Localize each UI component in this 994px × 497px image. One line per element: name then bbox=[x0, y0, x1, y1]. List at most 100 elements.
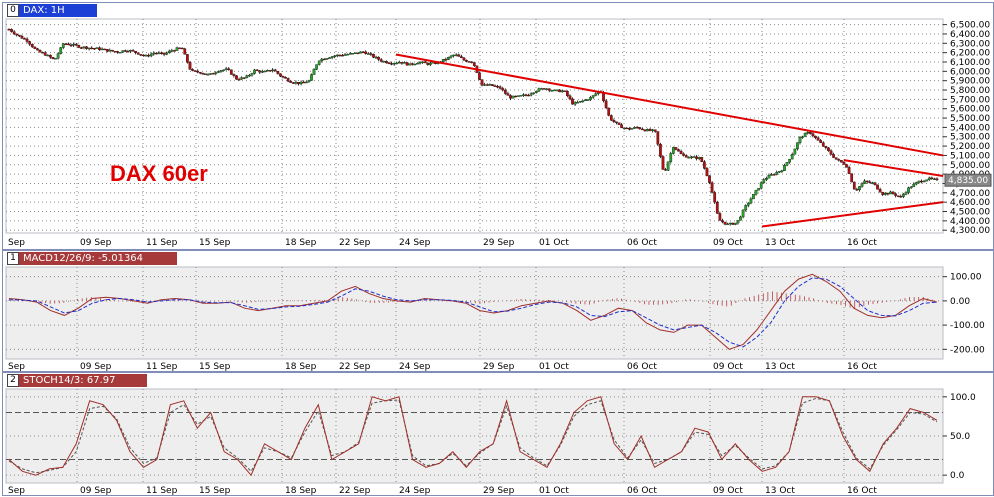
candle-body bbox=[351, 53, 355, 55]
candle-body bbox=[392, 63, 396, 65]
candle-body bbox=[925, 179, 929, 182]
candle-body bbox=[273, 69, 277, 72]
candle-body bbox=[904, 192, 908, 195]
candle-body bbox=[281, 75, 285, 78]
candle-body bbox=[149, 53, 153, 57]
candle-body bbox=[312, 69, 316, 75]
candle-body bbox=[82, 46, 86, 48]
candle-body bbox=[803, 133, 807, 137]
x-tick-label: 09 Oct bbox=[713, 238, 743, 248]
candle-body bbox=[739, 216, 742, 221]
candle-body bbox=[734, 222, 737, 225]
candle-body bbox=[470, 61, 474, 63]
candle-body bbox=[620, 124, 623, 129]
candle-body bbox=[51, 57, 55, 59]
candle-body bbox=[87, 47, 91, 50]
candle-body bbox=[387, 62, 391, 65]
candle-body bbox=[188, 62, 192, 70]
x-tick-label: 11 Sep bbox=[146, 238, 178, 248]
candle-body bbox=[713, 192, 717, 203]
candle-body bbox=[167, 50, 171, 53]
x-tick-label: 06 Oct bbox=[627, 238, 657, 248]
candle-body bbox=[726, 223, 729, 226]
candle-body bbox=[85, 46, 88, 49]
trendline bbox=[761, 201, 944, 228]
x-tick-label: 22 Sep bbox=[339, 486, 371, 495]
candle-body bbox=[346, 54, 349, 56]
candle-body bbox=[268, 70, 272, 72]
candle-body bbox=[90, 47, 94, 50]
candle-body bbox=[361, 51, 365, 54]
candle-body bbox=[703, 161, 706, 169]
candle-body bbox=[403, 62, 406, 64]
candle-body bbox=[325, 58, 329, 60]
candle-body bbox=[147, 55, 150, 57]
candle-body bbox=[752, 194, 755, 200]
candle-body bbox=[917, 180, 921, 183]
chart-annotation: DAX 60er bbox=[110, 161, 208, 186]
candle-body bbox=[578, 101, 582, 103]
candle-body bbox=[80, 47, 83, 49]
candle-body bbox=[589, 97, 592, 100]
candle-body bbox=[881, 192, 885, 195]
candle-body bbox=[379, 59, 383, 62]
candle-body bbox=[307, 80, 311, 83]
trendline bbox=[843, 159, 944, 177]
candle-body bbox=[883, 192, 887, 195]
candle-body bbox=[850, 173, 854, 183]
candle-body bbox=[134, 50, 138, 53]
candle-body bbox=[653, 129, 657, 132]
candle-body bbox=[25, 38, 29, 42]
candle-body bbox=[666, 161, 670, 171]
candle-body bbox=[700, 157, 704, 162]
candle-body bbox=[142, 54, 145, 57]
candle-body bbox=[496, 86, 499, 88]
candle-body bbox=[390, 63, 393, 65]
y-tick-label: 0.0 bbox=[950, 471, 965, 481]
candle-body bbox=[111, 49, 114, 52]
candle-body bbox=[77, 45, 81, 48]
candle-body bbox=[927, 177, 931, 180]
candle-body bbox=[266, 70, 269, 72]
candle-body bbox=[250, 73, 254, 76]
candle-body bbox=[612, 120, 616, 122]
x-tick-label: 24 Sep bbox=[399, 486, 431, 495]
candle-body bbox=[852, 181, 856, 190]
candle-body bbox=[834, 157, 838, 160]
candle-body bbox=[902, 194, 905, 197]
candle-body bbox=[43, 52, 47, 56]
candle-body bbox=[372, 54, 375, 58]
candle-body bbox=[364, 51, 368, 54]
candle-body bbox=[162, 52, 166, 55]
candle-body bbox=[323, 58, 326, 61]
candle-body bbox=[511, 95, 515, 99]
candle-body bbox=[584, 99, 587, 101]
candle-body bbox=[783, 165, 786, 171]
macd-chart: 100.00 0.00 -100.00 -200.00 Sep 09 Sep 11 Sep 1… bbox=[5, 266, 985, 371]
x-tick-label: 16 Oct bbox=[847, 486, 877, 495]
candle-body bbox=[736, 220, 740, 224]
candle-body bbox=[405, 62, 409, 66]
candle-body bbox=[785, 162, 789, 166]
x-tick-label: 11 Sep bbox=[146, 362, 178, 371]
x-tick-label: Sep bbox=[8, 362, 25, 371]
candle-body bbox=[92, 48, 96, 50]
candle-body bbox=[209, 73, 212, 75]
candle-body bbox=[366, 53, 370, 55]
candle-body bbox=[770, 174, 773, 176]
candle-body bbox=[136, 52, 140, 55]
x-tick-label: Sep bbox=[8, 486, 25, 495]
candle-body bbox=[100, 48, 104, 51]
x-tick-label: 11 Sep bbox=[146, 486, 178, 495]
candle-body bbox=[214, 72, 218, 74]
candle-body bbox=[728, 222, 732, 225]
candle-body bbox=[509, 95, 512, 99]
candle-body bbox=[744, 205, 748, 211]
candle-body bbox=[428, 62, 432, 65]
x-tick-label: 16 Oct bbox=[847, 362, 877, 371]
candle-body bbox=[224, 68, 228, 71]
candle-body bbox=[775, 172, 779, 175]
candle-body bbox=[591, 95, 595, 98]
candle-body bbox=[211, 73, 215, 75]
candle-body bbox=[858, 186, 861, 191]
